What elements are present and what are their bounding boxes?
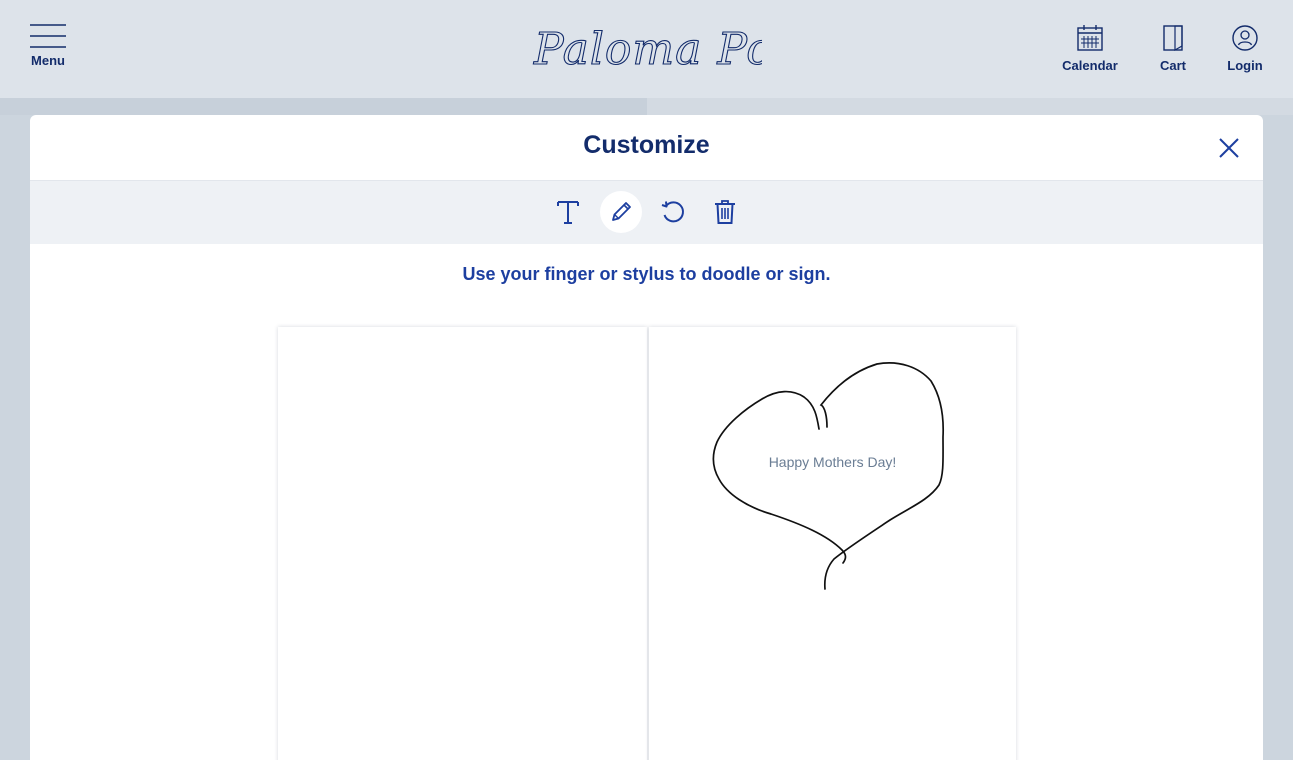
menu-label: Menu (31, 53, 65, 68)
close-icon[interactable] (1217, 136, 1241, 160)
login-label: Login (1227, 58, 1263, 73)
delete-button[interactable] (704, 191, 746, 233)
pencil-icon (612, 202, 631, 221)
calendar-nav[interactable]: Calendar (1059, 24, 1121, 73)
paloma-post-logo[interactable]: Paloma Post (532, 10, 762, 80)
trash-icon (715, 200, 735, 224)
customize-modal: Customize Use your finger or stylus to d… (30, 115, 1263, 760)
hamburger-icon (30, 24, 66, 48)
undo-button[interactable] (652, 191, 694, 233)
heart-doodle (712, 362, 945, 590)
modal-header: Customize (30, 115, 1263, 181)
customize-toolbar (30, 181, 1263, 244)
card-inside-left-page[interactable] (278, 327, 647, 760)
text-tool-button[interactable] (547, 191, 589, 233)
background-pane-right (647, 98, 1293, 115)
calendar-label: Calendar (1062, 58, 1118, 73)
cart-nav[interactable]: Cart (1152, 24, 1194, 73)
user-icon (1232, 25, 1258, 51)
undo-icon (661, 201, 684, 223)
background-pane-left (0, 98, 647, 115)
menu-button[interactable]: Menu (29, 24, 67, 72)
logo-text: Paloma Post (533, 24, 762, 75)
text-icon (557, 201, 579, 224)
draw-tool-button[interactable] (600, 191, 642, 233)
site-header: Menu Paloma Post Calendar Cart (0, 0, 1293, 98)
doodle-instruction: Use your finger or stylus to doodle or s… (462, 264, 831, 284)
login-nav[interactable]: Login (1224, 24, 1266, 73)
cart-label: Cart (1159, 58, 1186, 73)
card-inside-right-page[interactable]: Happy Mothers Day! (649, 327, 1016, 760)
calendar-icon (1077, 25, 1103, 51)
cart-card-icon (1163, 25, 1183, 52)
modal-title: Customize (583, 131, 710, 159)
card-message-text[interactable]: Happy Mothers Day! (649, 454, 1016, 470)
